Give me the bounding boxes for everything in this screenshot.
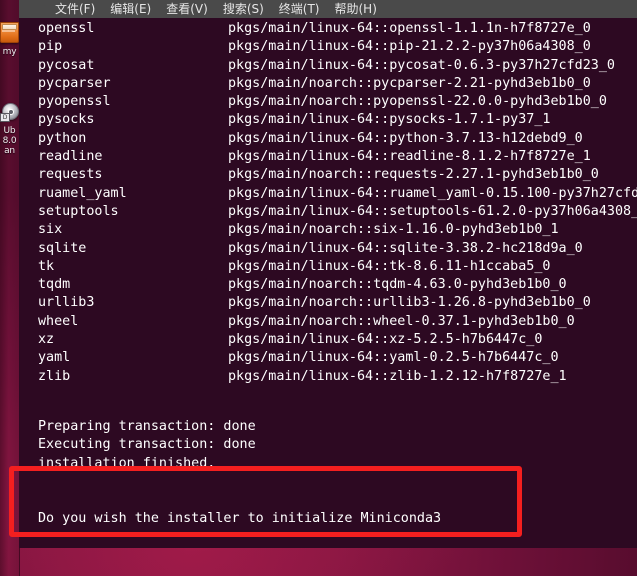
package-path: pkgs/main/linux-64::python-3.7.13-h12deb…: [228, 130, 583, 146]
package-name: tqdm: [38, 277, 71, 293]
package-path: pkgs/main/noarch::six-1.16.0-pyhd3eb1b0_…: [228, 222, 559, 238]
package-name: urllib3: [38, 295, 95, 311]
package-name: pycparser: [38, 75, 111, 91]
package-path: pkgs/main/noarch::wheel-0.37.1-pyhd3eb1b…: [228, 313, 575, 329]
terminal-window[interactable]: 文件(F) 编辑(E) 查看(V) 搜索(S) 终端(T) 帮助(H) open…: [19, 0, 637, 548]
terminal-output-area[interactable]: openssl pkgs/main/linux-64::openssl-1.1.1…: [19, 18, 637, 548]
transaction-line: Executing transaction: done: [38, 437, 256, 453]
package-name: setuptools: [38, 203, 119, 219]
desktop-icon-disc-image[interactable]: D Ub 8.0 an: [0, 103, 19, 156]
conda-init-prompt: Do you wish the installer to initialize …: [38, 473, 441, 548]
package-name: pycosat: [38, 57, 95, 73]
package-name: openssl: [38, 21, 95, 36]
package-name: ruamel_yaml: [38, 185, 127, 201]
menu-item-view[interactable]: 查看(V): [166, 0, 208, 18]
package-name: wheel: [38, 313, 79, 329]
package-name: requests: [38, 167, 103, 183]
package-name: six: [38, 222, 63, 238]
menu-item-terminal[interactable]: 终端(T): [279, 0, 320, 18]
menu-item-help[interactable]: 帮助(H): [335, 0, 377, 18]
unity-launcher-bar: [0, 0, 20, 576]
package-name: yaml: [38, 350, 71, 366]
package-path: pkgs/main/linux-64::zlib-1.2.12-h7f8727e…: [228, 368, 567, 384]
menu-bar[interactable]: 文件(F) 编辑(E) 查看(V) 搜索(S) 终端(T) 帮助(H): [19, 0, 637, 18]
package-path: pkgs/main/linux-64::openssl-1.1.1n-h7f87…: [228, 21, 591, 36]
package-name: tk: [38, 258, 55, 274]
menu-item-file[interactable]: 文件(F): [55, 0, 95, 18]
package-path: pkgs/main/linux-64::ruamel_yaml-0.15.100…: [228, 185, 637, 201]
package-name: xz: [38, 332, 55, 348]
transaction-line: installation finished.: [38, 455, 216, 471]
menu-item-edit[interactable]: 编辑(E): [110, 0, 151, 18]
package-path: pkgs/main/linux-64::pip-21.2.2-py37h06a4…: [228, 39, 591, 55]
disc-image-icon: D: [0, 103, 19, 126]
package-path: pkgs/main/noarch::urllib3-1.26.8-pyhd3eb…: [228, 295, 591, 311]
package-name: pip: [38, 39, 63, 55]
package-path: pkgs/main/linux-64::yaml-0.2.5-h7b6447c_…: [228, 350, 559, 366]
package-path: pkgs/main/linux-64::xz-5.2.5-h7b6447c_0: [228, 332, 543, 348]
package-name: python: [38, 130, 87, 146]
desktop-icon-folder-label: my: [2, 47, 17, 57]
menu-item-search[interactable]: 搜索(S): [223, 0, 264, 18]
package-name: readline: [38, 149, 103, 165]
package-name: sqlite: [38, 240, 87, 256]
package-path: pkgs/main/linux-64::pysocks-1.7.1-py37_1: [228, 112, 551, 128]
package-path: pkgs/main/linux-64::setuptools-61.2.0-py…: [228, 203, 637, 219]
package-path: pkgs/main/noarch::requests-2.27.1-pyhd3e…: [228, 167, 599, 183]
desktop-icon-disc-label-1: Ub: [3, 126, 16, 136]
prompt-question-line-1: Do you wish the installer to initialize …: [38, 510, 442, 526]
desktop-icon-disc-label-3: an: [4, 146, 15, 156]
package-name: pyopenssl: [38, 94, 111, 110]
package-path: pkgs/main/noarch::tqdm-4.63.0-pyhd3eb1b0…: [228, 277, 567, 293]
desktop-icon-folder[interactable]: my: [0, 22, 19, 57]
transaction-log: Preparing transaction: done Executing tra…: [38, 418, 256, 473]
transaction-line: Preparing transaction: done: [38, 419, 256, 434]
disc-badge-label: D: [0, 113, 10, 122]
package-name: pysocks: [38, 112, 95, 128]
folder-icon: [0, 22, 19, 47]
package-path: pkgs/main/linux-64::sqlite-3.38.2-hc218d…: [228, 240, 583, 256]
package-path: pkgs/main/linux-64::tk-8.6.11-h1ccaba5_0: [228, 258, 551, 274]
package-name: zlib: [38, 368, 71, 384]
package-path: pkgs/main/noarch::pycparser-2.21-pyhd3eb…: [228, 75, 591, 91]
package-path: pkgs/main/noarch::pyopenssl-22.0.0-pyhd3…: [228, 94, 607, 110]
package-path: pkgs/main/linux-64::pycosat-0.6.3-py37h2…: [228, 57, 615, 73]
package-path: pkgs/main/linux-64::readline-8.1.2-h7f87…: [228, 149, 591, 165]
desktop-icon-disc-label-2: 8.0: [2, 136, 17, 146]
